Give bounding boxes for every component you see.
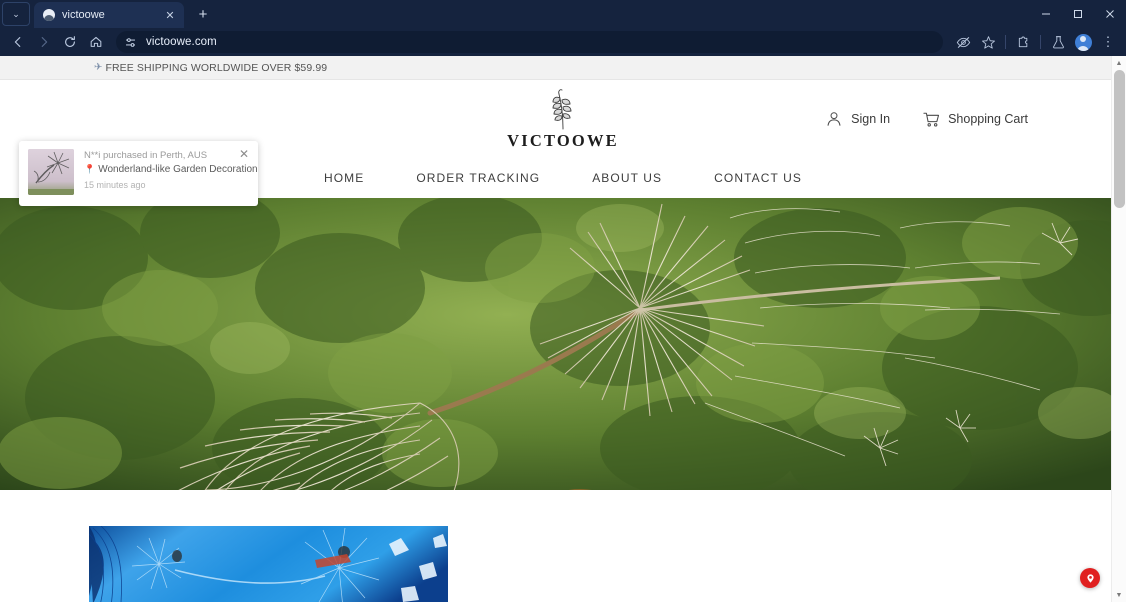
tab-title: victoowe — [62, 9, 105, 21]
announcement-text-wrap: ✈ FREE SHIPPING WORLDWIDE OVER $59.99 — [94, 62, 327, 74]
product-thumbnail[interactable] — [28, 149, 74, 195]
toolbar-right-actions: ⋮ — [951, 31, 1120, 53]
leaf-branch-icon — [552, 88, 572, 129]
sign-in-label: Sign In — [851, 112, 891, 126]
site-logo[interactable]: VICTOOWE — [507, 88, 619, 151]
page-viewport: ✈ FREE SHIPPING WORLDWIDE OVER $59.99 VI… — [0, 56, 1126, 602]
extensions-icon[interactable] — [1011, 31, 1035, 53]
new-tab-button[interactable]: + — [190, 1, 216, 27]
notification-purchaser: N**i purchased in Perth, AUS — [84, 150, 208, 161]
header-actions: Sign In Shopping Cart — [825, 110, 1028, 128]
browser-toolbar: victoowe.com ⋮ — [0, 28, 1126, 56]
location-badge-button[interactable] — [1080, 568, 1100, 588]
logo-wordmark: VICTOOWE — [507, 130, 619, 150]
promo-image — [89, 526, 448, 602]
browser-tab[interactable]: victoowe ✕ — [34, 2, 184, 28]
scrollbar-thumb[interactable] — [1114, 70, 1125, 208]
labs-flask-icon[interactable] — [1046, 31, 1070, 53]
hero-image — [0, 198, 1126, 490]
location-pin-icon: 📍 — [84, 164, 96, 174]
notification-body: N**i purchased in Perth, AUS 📍 Wonderlan… — [84, 149, 258, 198]
maximize-icon[interactable] — [1062, 0, 1094, 28]
nav-item-order-tracking[interactable]: ORDER TRACKING — [416, 171, 540, 185]
home-icon[interactable] — [84, 31, 108, 53]
browser-menu-icon[interactable]: ⋮ — [1096, 31, 1120, 53]
tab-strip: ⌄ victoowe ✕ + — [0, 0, 1126, 28]
thumbnail-image — [28, 149, 74, 195]
announcement-text: FREE SHIPPING WORLDWIDE OVER $59.99 — [105, 61, 328, 74]
user-icon — [825, 110, 843, 128]
nav-item-contact-us[interactable]: CONTACT US — [714, 171, 802, 185]
shopping-cart-button[interactable]: Shopping Cart — [922, 110, 1028, 128]
scroll-up-arrow[interactable]: ▲ — [1112, 56, 1126, 70]
bookmark-star-icon[interactable] — [976, 31, 1000, 53]
close-icon[interactable]: ✕ — [237, 147, 251, 161]
reload-icon[interactable] — [58, 31, 82, 53]
toolbar-divider — [1005, 35, 1006, 49]
page-scrollbar[interactable]: ▲ ▼ — [1111, 56, 1126, 602]
tab-search-button[interactable]: ⌄ — [2, 2, 30, 26]
toolbar-divider-2 — [1040, 35, 1041, 49]
notification-product-name: Wonderland-like Garden Decoration — [98, 164, 258, 175]
airplane-icon: ✈ — [94, 62, 103, 73]
url-text: victoowe.com — [146, 36, 217, 48]
sign-in-button[interactable]: Sign In — [825, 110, 890, 128]
back-icon[interactable] — [6, 31, 30, 53]
location-badge-icon — [1084, 572, 1096, 584]
eye-off-icon[interactable] — [951, 31, 975, 53]
shopping-cart-label: Shopping Cart — [948, 112, 1028, 126]
lower-section — [0, 490, 1126, 602]
nav-item-about-us[interactable]: ABOUT US — [592, 171, 662, 185]
window-controls — [1030, 0, 1126, 28]
forward-icon — [32, 31, 56, 53]
profile-avatar-icon[interactable] — [1071, 31, 1095, 53]
minimize-icon[interactable] — [1030, 0, 1062, 28]
globe-icon — [43, 9, 55, 21]
browser-window: ⌄ victoowe ✕ + victoowe.com ⋮ ✈ FREE SHI… — [0, 0, 1126, 602]
address-bar[interactable]: victoowe.com — [116, 31, 943, 53]
hero-banner[interactable] — [0, 198, 1126, 490]
notification-timestamp: 15 minutes ago — [84, 180, 146, 190]
notification-product-row[interactable]: 📍 Wonderland-like Garden Decoration — [84, 164, 258, 175]
announcement-bar: ✈ FREE SHIPPING WORLDWIDE OVER $59.99 — [0, 56, 1126, 80]
sales-notification-popup[interactable]: N**i purchased in Perth, AUS 📍 Wonderlan… — [19, 141, 258, 206]
close-window-icon[interactable] — [1094, 0, 1126, 28]
scroll-down-arrow[interactable]: ▼ — [1112, 588, 1126, 602]
cart-icon — [922, 110, 940, 128]
site-settings-icon[interactable] — [121, 33, 139, 51]
promo-banner[interactable] — [89, 526, 448, 602]
nav-item-home[interactable]: HOME — [324, 171, 364, 185]
scrollbar-track[interactable] — [1112, 70, 1126, 588]
close-icon[interactable]: ✕ — [162, 7, 178, 23]
